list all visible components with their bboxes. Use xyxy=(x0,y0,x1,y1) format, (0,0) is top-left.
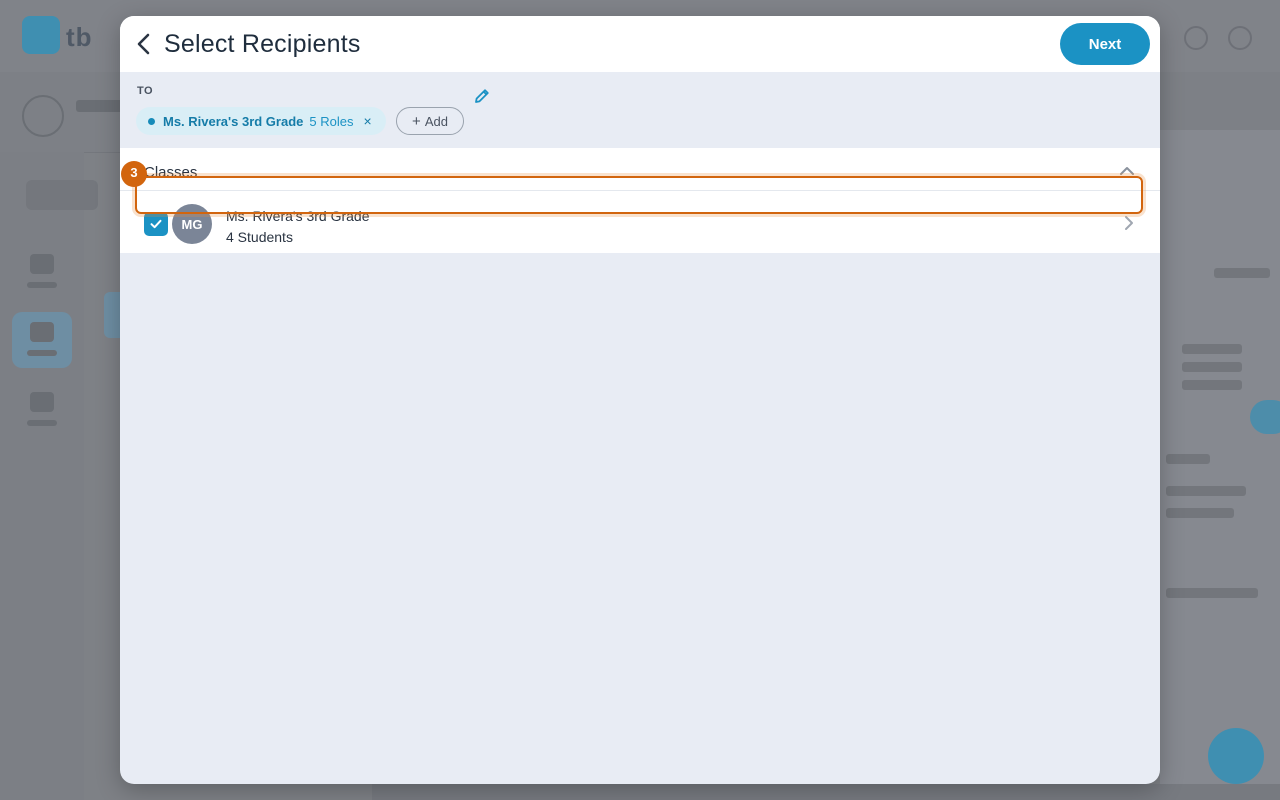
close-icon[interactable]: × xyxy=(363,114,371,128)
background-right-button xyxy=(1250,400,1280,434)
recipients-to-section: TO Ms. Rivera's 3rd Grade 5 Roles × + Ad… xyxy=(120,72,1160,148)
background-bell-icon xyxy=(1184,26,1208,50)
page-title: Select Recipients xyxy=(164,30,361,58)
step-highlight-box xyxy=(135,176,1143,214)
background-rail-item xyxy=(24,254,60,298)
background-search xyxy=(26,180,98,210)
chevron-left-icon xyxy=(137,33,150,55)
background-logo-icon xyxy=(22,16,60,54)
next-button[interactable]: Next xyxy=(1060,23,1150,65)
recipient-chip[interactable]: Ms. Rivera's 3rd Grade 5 Roles × xyxy=(136,107,386,135)
check-icon xyxy=(150,219,162,229)
chip-name: Ms. Rivera's 3rd Grade xyxy=(163,113,304,129)
edit-recipients-button[interactable] xyxy=(472,86,492,106)
background-right-line xyxy=(1166,508,1234,518)
background-right-line xyxy=(1166,454,1210,464)
background-bottom-bar xyxy=(372,784,1280,800)
step-number-badge: 3 xyxy=(121,161,147,187)
background-right-line xyxy=(1214,268,1270,278)
background-avatar xyxy=(22,95,64,137)
background-right-line xyxy=(1166,486,1246,496)
chevron-right-icon xyxy=(1125,216,1133,230)
background-nav-rail xyxy=(0,152,84,800)
to-label: TO xyxy=(137,85,154,97)
select-recipients-modal: Select Recipients Next TO Ms. Rivera's 3… xyxy=(120,16,1160,784)
modal-header: Select Recipients Next xyxy=(120,16,1160,72)
background-right-line xyxy=(1182,344,1242,354)
add-recipient-button[interactable]: + Add xyxy=(396,107,464,135)
background-profile-icon xyxy=(1228,26,1252,50)
class-student-count: 4 Students xyxy=(226,229,293,245)
background-fab xyxy=(1208,728,1264,784)
plus-icon: + xyxy=(412,112,421,130)
background-logo-text: tb xyxy=(66,22,93,52)
back-button[interactable] xyxy=(128,28,160,60)
background-right-line xyxy=(1182,362,1242,372)
background-rail-item xyxy=(24,322,60,366)
pencil-icon xyxy=(475,89,489,103)
chip-roles: 5 Roles xyxy=(309,113,354,129)
background-rail-item xyxy=(24,392,60,436)
chip-status-dot xyxy=(148,117,155,125)
class-checkbox[interactable] xyxy=(144,212,168,236)
background-right-panel xyxy=(1160,130,1280,800)
background-right-line xyxy=(1182,380,1242,390)
add-label: Add xyxy=(424,113,448,129)
background-right-line xyxy=(1166,588,1258,598)
